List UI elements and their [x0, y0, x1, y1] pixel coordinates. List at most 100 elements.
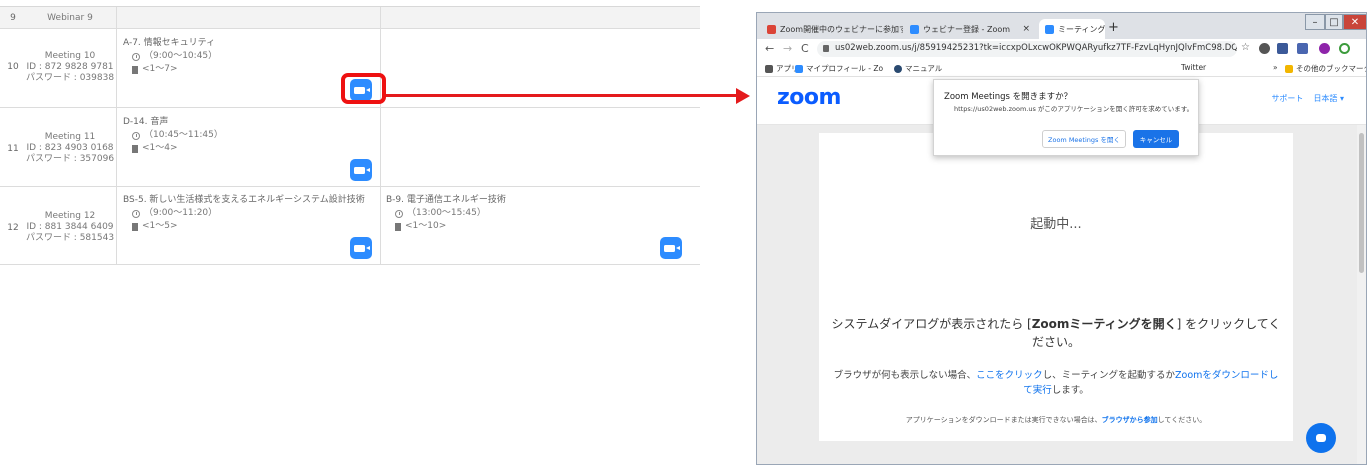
bookmarks-overflow[interactable]: » — [1273, 63, 1278, 72]
clock-icon — [132, 209, 140, 218]
schedule-table: 9 Webinar 9 10 Meeting 10 ID : 872 9828 … — [0, 6, 700, 265]
browser-join-text: アプリケーションをダウンロードまたは実行できない場合は、ブラウザから参加してくだ… — [819, 415, 1293, 425]
star-icon[interactable]: ☆ — [1241, 42, 1250, 53]
table-row-meeting-11: 11 Meeting 11 ID : 823 4903 0168 パスワード :… — [0, 108, 700, 187]
bookmark-item[interactable]: マイプロフィール - Zo — [795, 63, 883, 74]
folder-icon — [1285, 64, 1293, 73]
session-time: （9:00～10:45） — [144, 51, 218, 61]
session-time: （13:00～15:45） — [407, 208, 486, 218]
chat-bubble-icon[interactable] — [1306, 423, 1336, 453]
new-tab-button[interactable]: + — [1108, 20, 1119, 35]
clock-icon — [132, 52, 140, 61]
click-here-link[interactable]: ここをクリック — [976, 370, 1043, 381]
bookmark-item[interactable]: マニュアル — [894, 63, 942, 74]
extension-icon[interactable] — [1339, 43, 1350, 54]
webinar-name: Webinar 9 — [47, 13, 93, 23]
open-app-dialog: Zoom Meetings を開きますか？ https://us02web.zo… — [933, 79, 1199, 156]
close-window-button[interactable]: ✕ — [1343, 14, 1366, 30]
row-number: 12 — [7, 223, 19, 233]
fallback-part: ブラウザが何も表示しない場合、 — [833, 370, 977, 381]
session-bs5: BS-5. 新しい生活様式を支えるエネルギーシステム設計技術 （9:00～11:… — [123, 194, 365, 233]
video-camera-icon — [664, 244, 680, 252]
join-from-browser-link[interactable]: ブラウザから参加 — [1102, 416, 1158, 424]
extension-icon[interactable] — [1259, 43, 1270, 54]
session-title: D-14. 音声 — [123, 117, 169, 127]
column-divider — [116, 7, 117, 28]
session-pages: <1～10> — [405, 221, 447, 231]
clock-icon — [132, 131, 140, 140]
tab-label: ミーティングを立ち上げる - Zoom — [1058, 24, 1105, 34]
bookmark-label: マイプロフィール - Zo — [806, 64, 884, 73]
close-icon[interactable]: × — [1018, 24, 1030, 34]
zoom-join-button[interactable] — [350, 159, 372, 181]
arrow-line — [386, 94, 738, 97]
back-button[interactable]: ← — [765, 42, 774, 55]
reload-button[interactable]: C — [801, 42, 809, 55]
scrollbar[interactable] — [1357, 125, 1366, 464]
support-link[interactable]: サポート — [1271, 93, 1303, 104]
zoom-join-button[interactable] — [350, 237, 372, 259]
meeting-info: Meeting 10 ID : 872 9828 9781 パスワード : 03… — [24, 51, 116, 84]
highlight-box — [341, 73, 386, 104]
document-icon — [132, 222, 138, 231]
document-icon — [132, 144, 138, 153]
zoom-body: 起動中... システムダイアログが表示されたら [Zoomミーティングを開く] … — [757, 125, 1366, 464]
zoom-favicon-icon — [1045, 24, 1054, 34]
minimize-button[interactable]: – — [1305, 14, 1325, 30]
meeting-id: ID : 823 4903 0168 — [26, 143, 114, 153]
session-time: （10:45～11:45） — [144, 130, 223, 140]
tab-launch-meeting[interactable]: ミーティングを立ち上げる - Zoom — [1039, 19, 1105, 39]
tab-webinar-registration[interactable]: ウェビナー登録 - Zoom × — [904, 19, 1036, 39]
bookmark-other[interactable]: その他のブックマーク — [1285, 63, 1366, 74]
apps-grid-icon — [765, 64, 773, 73]
clock-icon — [395, 209, 403, 218]
globe-icon — [894, 64, 902, 73]
row-number: 9 — [10, 13, 16, 23]
video-camera-icon — [354, 244, 370, 252]
bookmark-apps[interactable]: アプリ — [765, 63, 799, 74]
open-zoom-meetings-button[interactable]: Zoom Meetings を開く — [1042, 130, 1126, 148]
fallback-text: ブラウザが何も表示しない場合、ここをクリックし、ミーティングを起動するかZoom… — [819, 368, 1293, 398]
video-camera-icon — [354, 166, 370, 174]
extension-icon[interactable] — [1277, 43, 1288, 54]
table-row-webinar: 9 Webinar 9 — [0, 7, 700, 29]
fallback-part: し、ミーティングを起動するか — [1042, 370, 1176, 381]
session-a7: A-7. 情報セキュリティ （9:00～10:45） <1～7> — [123, 37, 217, 76]
table-row-meeting-12: 12 Meeting 12 ID : 881 3844 6409 パスワード :… — [0, 187, 700, 265]
meeting-id: ID : 872 9828 9781 — [26, 62, 114, 72]
tab-label: ウェビナー登録 - Zoom — [923, 24, 1011, 34]
session-pages: <1～5> — [142, 221, 178, 231]
dialog-body: https://us02web.zoom.us がこのアプリケーションを開く許可… — [954, 105, 1194, 113]
url-text: us02web.zoom.us/j/85919425231?tk=iccxpOL… — [835, 43, 1237, 53]
zoom-join-button[interactable] — [660, 237, 682, 259]
column-divider — [380, 108, 381, 186]
url-bar[interactable]: us02web.zoom.us/j/85919425231?tk=iccxpOL… — [817, 41, 1237, 57]
column-divider — [380, 187, 381, 264]
meeting-info: Meeting 12 ID : 881 3844 6409 パスワード : 58… — [24, 211, 116, 244]
meeting-password: パスワード : 357096 — [25, 154, 115, 164]
session-b9: B-9. 電子通信エネルギー技術 （13:00～15:45） <1～10> — [386, 194, 506, 233]
instruction-pre: システムダイアログが表示されたら [ — [831, 317, 1032, 331]
instruction-text: システムダイアログが表示されたら [Zoomミーティングを開く] をクリックして… — [819, 315, 1293, 351]
session-title: A-7. 情報セキュリティ — [123, 38, 216, 48]
session-pages: <1～4> — [142, 143, 178, 153]
session-title: BS-5. 新しい生活様式を支えるエネルギーシステム設計技術 — [123, 195, 365, 205]
launch-panel: 起動中... システムダイアログが表示されたら [Zoomミーティングを開く] … — [819, 133, 1293, 441]
maximize-button[interactable]: □ — [1325, 14, 1343, 30]
browser-join-pre: アプリケーションをダウンロードまたは実行できない場合は、 — [905, 416, 1102, 424]
meeting-name: Meeting 12 — [44, 211, 96, 221]
tab-gmail[interactable]: Zoom開催中のウェビナーに参加す × — [761, 19, 903, 39]
bookmarks-bar: アプリ マイプロフィール - Zo マニュアル Twitter » その他のブッ… — [757, 59, 1366, 77]
session-time: （9:00～11:20） — [144, 208, 218, 218]
profile-avatar[interactable] — [1319, 43, 1330, 54]
browser-join-post: してください。 — [1157, 416, 1207, 424]
session-pages: <1～7> — [142, 64, 178, 74]
extension-icon[interactable] — [1297, 43, 1308, 54]
bookmark-label: マニュアル — [905, 64, 943, 73]
language-selector[interactable]: 日本語 ▾ — [1313, 93, 1344, 104]
cancel-button[interactable]: キャンセル — [1133, 130, 1179, 148]
browser-window: Zoom開催中のウェビナーに参加す × ウェビナー登録 - Zoom × ミーテ… — [756, 12, 1367, 465]
zoom-logo[interactable]: zoom — [777, 85, 841, 110]
forward-button[interactable]: → — [783, 42, 792, 55]
bookmark-twitter[interactable]: Twitter — [1181, 63, 1206, 72]
